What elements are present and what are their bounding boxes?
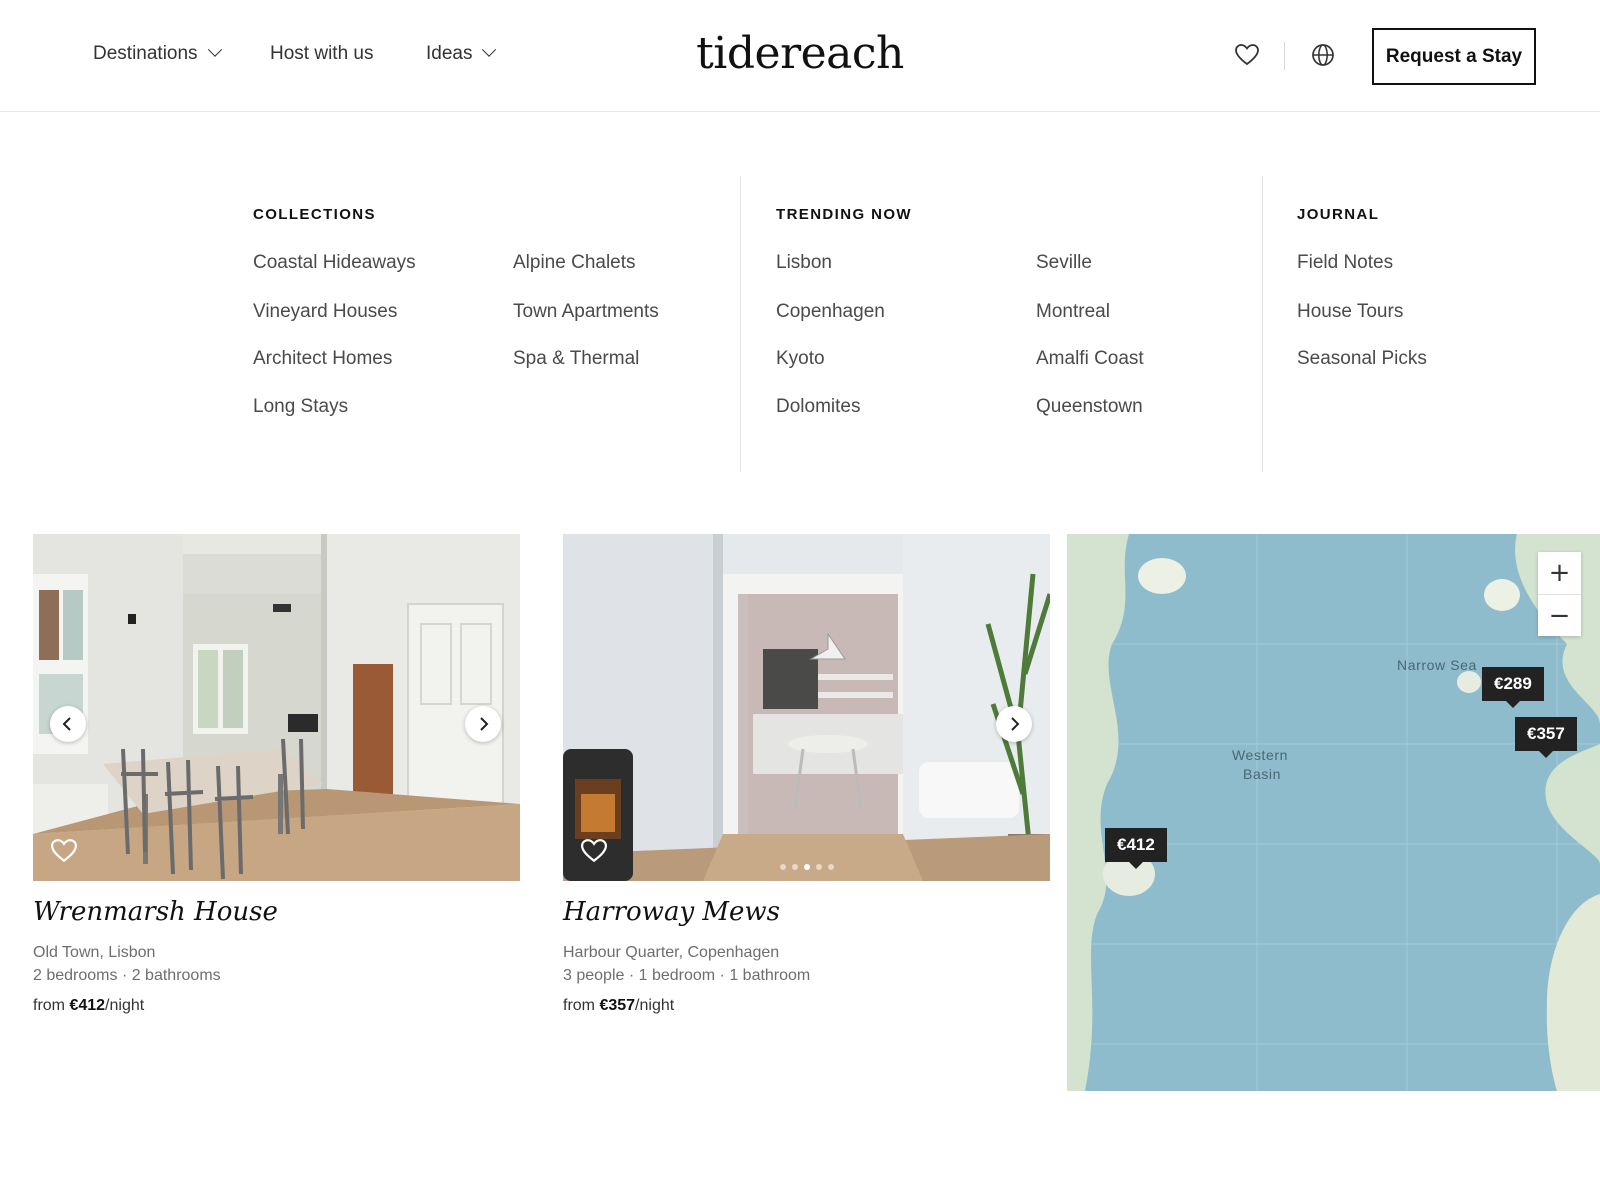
map-price-pin[interactable]: €412 (1105, 828, 1167, 869)
menu-link-vineyard-houses[interactable]: Vineyard Houses (253, 301, 397, 323)
menu-collections: COLLECTIONS Coastal Hideaways Alpine Cha… (253, 176, 740, 472)
menu-link-town-apartments[interactable]: Town Apartments (513, 301, 659, 323)
menu-heading-collections: COLLECTIONS (253, 206, 376, 223)
save-listing-button[interactable] (579, 836, 609, 866)
menu-link-dolomites[interactable]: Dolomites (776, 396, 860, 418)
menu-link-coastal-hideaways[interactable]: Coastal Hideaways (253, 252, 416, 274)
chevron-left-icon (62, 717, 71, 731)
heart-icon (51, 839, 77, 863)
pagination-dot[interactable] (779, 864, 786, 870)
menu-link-amalfi-coast[interactable]: Amalfi Coast (1036, 348, 1144, 370)
request-stay-button[interactable]: Request a Stay (1372, 28, 1536, 85)
nav-host-with-us[interactable]: Host with us (270, 43, 373, 65)
listing-location: Old Town, Lisbon (33, 944, 156, 961)
price-amount: €357 (599, 997, 636, 1014)
nav-ideas-label: Ideas (426, 43, 473, 64)
menu-heading-trending: TRENDING NOW (776, 206, 912, 223)
menu-journal: JOURNAL Field Notes House Tours Seasonal… (1262, 176, 1562, 472)
map-label-western: Western (1232, 747, 1289, 763)
listing-card[interactable]: Harroway Mews Harbour Quarter, Copenhage… (563, 534, 1050, 1015)
menu-link-seville[interactable]: Seville (1036, 252, 1092, 274)
price-suffix: /night (635, 997, 675, 1014)
kitchen-photo (563, 534, 1050, 881)
map-price-pin[interactable]: €357 (1515, 717, 1577, 758)
pagination-dot[interactable] (827, 864, 834, 870)
menu-link-architect-homes[interactable]: Architect Homes (253, 348, 392, 370)
map-zoom-controls: + − (1538, 552, 1581, 636)
listing-card[interactable]: Wrenmarsh House Old Town, Lisbon 2 bedro… (33, 534, 520, 1015)
map-terrain (1067, 534, 1600, 1091)
map-label-narrow-sea: Narrow Sea (1397, 657, 1477, 673)
menu-link-long-stays[interactable]: Long Stays (253, 396, 348, 418)
zoom-out-button[interactable]: − (1538, 594, 1581, 636)
nav-destinations[interactable]: Destinations (93, 42, 222, 65)
price-amount: €412 (69, 997, 106, 1014)
listing-specs: 2 bedrooms · 2 bathrooms (33, 967, 221, 984)
map-label-basin: Basin (1243, 766, 1282, 782)
menu-link-seasonal-picks[interactable]: Seasonal Picks (1297, 348, 1427, 370)
favorites-button[interactable] (1230, 38, 1264, 72)
menu-link-field-notes[interactable]: Field Notes (1297, 252, 1393, 274)
listing-price: from €412/night (33, 997, 520, 1015)
language-button[interactable] (1306, 38, 1340, 72)
menu-link-queenstown[interactable]: Queenstown (1036, 396, 1143, 418)
site-header: Destinations Host with us Ideas tidereac… (0, 0, 1600, 112)
heart-icon (1235, 44, 1259, 66)
dining-room-photo (33, 534, 520, 881)
heart-icon (581, 839, 607, 863)
menu-link-kyoto[interactable]: Kyoto (776, 348, 825, 370)
chevron-right-icon (480, 717, 489, 731)
site-logo[interactable]: tidereach (696, 28, 904, 79)
listing-title[interactable]: Wrenmarsh House (33, 897, 520, 927)
listing-location: Harbour Quarter, Copenhagen (563, 944, 780, 961)
chevron-down-icon (207, 42, 222, 57)
listing-price: from €357/night (563, 997, 1050, 1015)
listing-photo[interactable] (33, 534, 520, 881)
globe-icon (1312, 44, 1334, 66)
pagination-dot[interactable] (815, 864, 822, 870)
photo-pagination[interactable] (563, 864, 1050, 870)
price-prefix: from (33, 997, 65, 1014)
zoom-in-button[interactable]: + (1538, 552, 1581, 594)
next-photo-button[interactable] (465, 706, 501, 742)
menu-link-copenhagen[interactable]: Copenhagen (776, 301, 885, 323)
next-photo-button[interactable] (996, 706, 1032, 742)
save-listing-button[interactable] (49, 836, 79, 866)
chevron-right-icon (1011, 717, 1020, 731)
listing-title[interactable]: Harroway Mews (563, 897, 1050, 927)
listings-map[interactable]: + − Narrow Sea Western Basin €289 €357 €… (1067, 534, 1600, 1091)
menu-heading-journal: JOURNAL (1297, 206, 1380, 223)
listing-photo[interactable] (563, 534, 1050, 881)
menu-link-montreal[interactable]: Montreal (1036, 301, 1110, 323)
prev-photo-button[interactable] (50, 706, 86, 742)
price-prefix: from (563, 997, 595, 1014)
chevron-down-icon (482, 42, 497, 57)
listing-specs: 3 people · 1 bedroom · 1 bathroom (563, 967, 811, 984)
menu-link-spa-thermal[interactable]: Spa & Thermal (513, 348, 639, 370)
header-divider (1284, 42, 1285, 70)
nav-destinations-label: Destinations (93, 43, 198, 64)
menu-trending: TRENDING NOW Lisbon Seville Copenhagen M… (740, 176, 1262, 472)
price-suffix: /night (105, 997, 145, 1014)
pagination-dot[interactable] (791, 864, 798, 870)
nav-ideas[interactable]: Ideas (426, 42, 497, 65)
pagination-dot[interactable] (803, 864, 810, 870)
nav-host-label: Host with us (270, 43, 374, 64)
menu-link-lisbon[interactable]: Lisbon (776, 252, 832, 274)
map-price-pin[interactable]: €289 (1482, 667, 1544, 708)
menu-link-house-tours[interactable]: House Tours (1297, 301, 1403, 323)
menu-link-alpine-chalets[interactable]: Alpine Chalets (513, 252, 636, 274)
